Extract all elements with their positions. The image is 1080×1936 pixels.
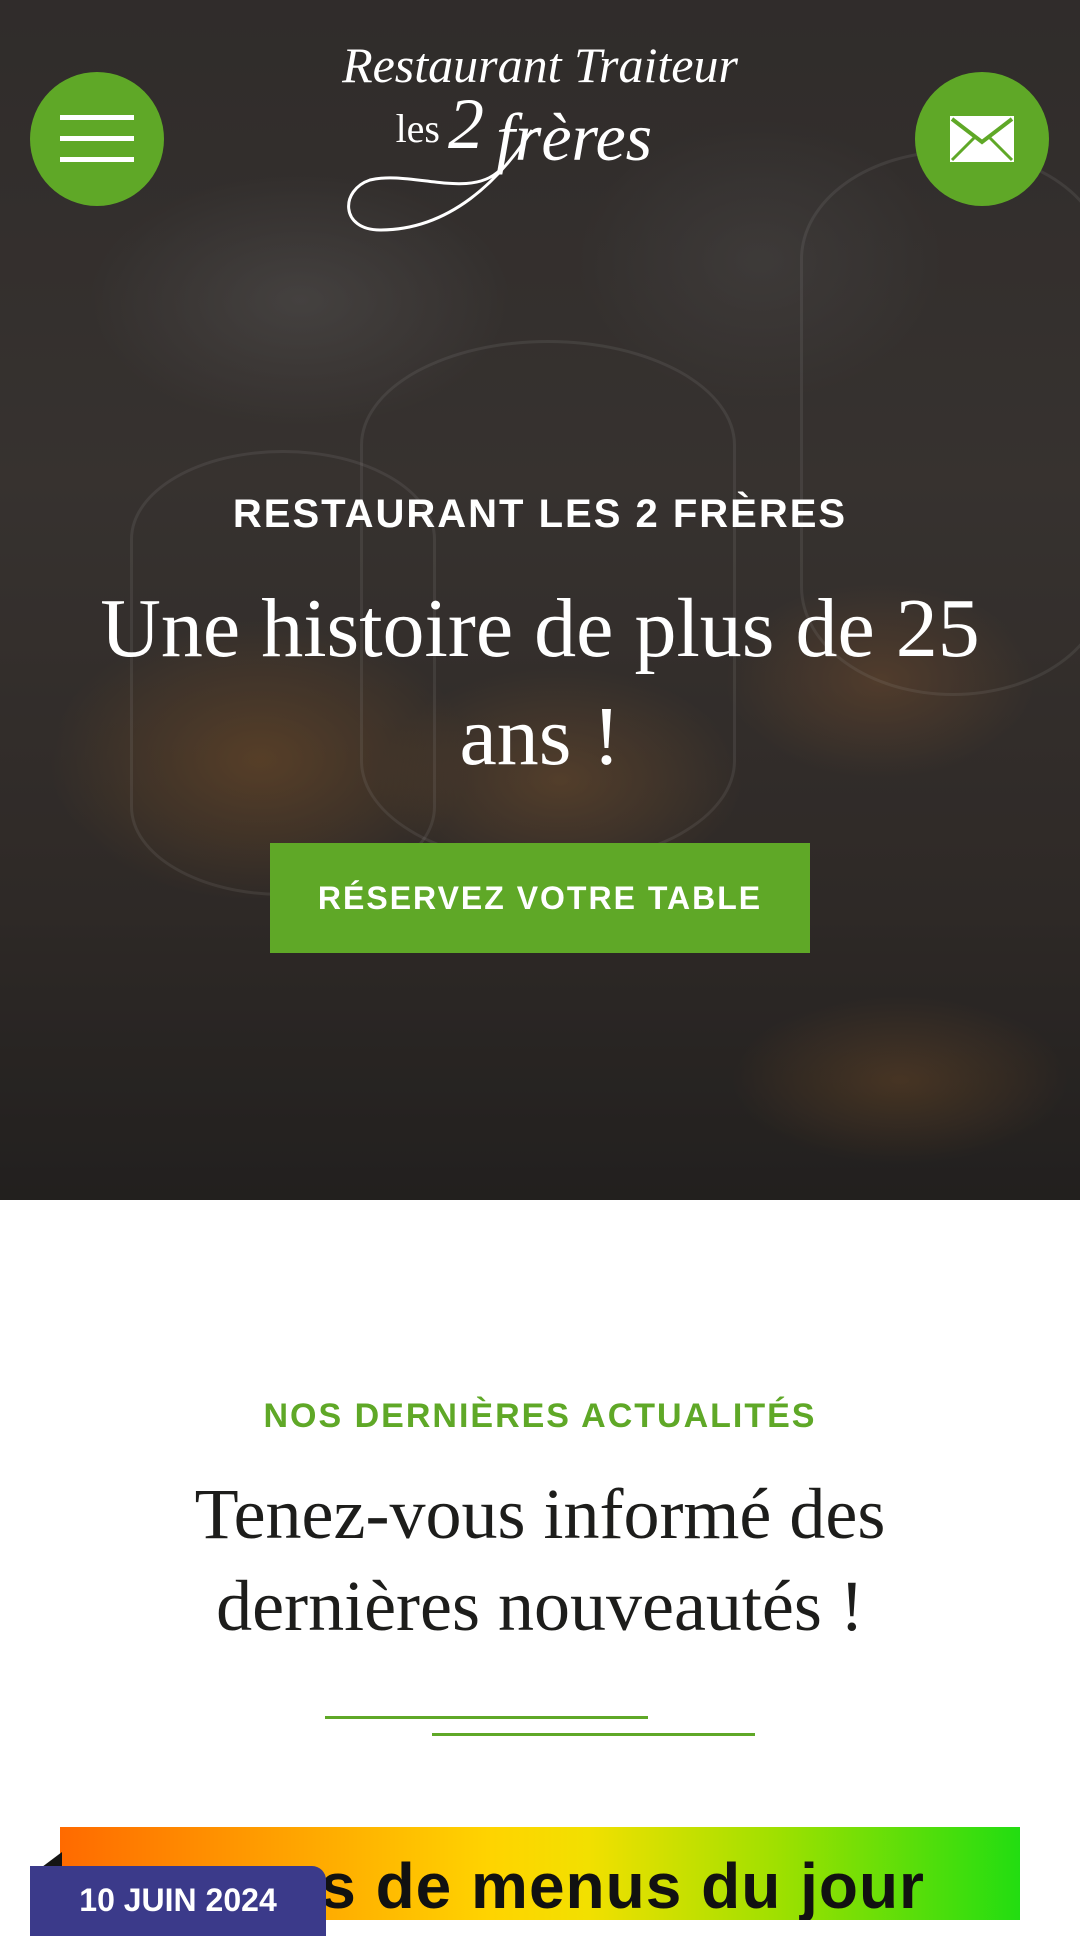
- logo-line2-suffix: frères: [496, 99, 652, 175]
- menu-button[interactable]: [30, 72, 164, 206]
- reserve-table-button[interactable]: RÉSERVEZ VOTRE TABLE: [270, 843, 810, 953]
- news-title: Tenez-vous informé des dernières nouveau…: [194, 1474, 886, 1646]
- hero-section: Restaurant Traiteur les 2 frères RESTAUR…: [0, 0, 1080, 1200]
- hero-kicker: RESTAURANT LES 2 FRÈRES: [232, 492, 848, 536]
- hero-title: Une histoire de plus de 25 ans !: [100, 582, 980, 783]
- decorative-divider-line: [432, 1733, 755, 1736]
- logo-line2-prefix: les: [396, 106, 440, 151]
- logo-line1: Restaurant Traiteur: [341, 37, 738, 93]
- news-kicker: NOS DERNIÈRES ACTUALITÉS: [263, 1397, 817, 1435]
- contact-mail-button[interactable]: [915, 72, 1049, 206]
- logo-number: 2: [448, 84, 484, 164]
- news-card-image-text: ons de menus du jour: [240, 1850, 925, 1920]
- restaurant-logo[interactable]: Restaurant Traiteur les 2 frères: [300, 30, 780, 250]
- news-date-badge: 10 JUIN 2024: [30, 1866, 326, 1936]
- envelope-icon: [950, 116, 1014, 162]
- decorative-divider-line: [325, 1716, 648, 1719]
- hamburger-menu-icon: [60, 115, 134, 162]
